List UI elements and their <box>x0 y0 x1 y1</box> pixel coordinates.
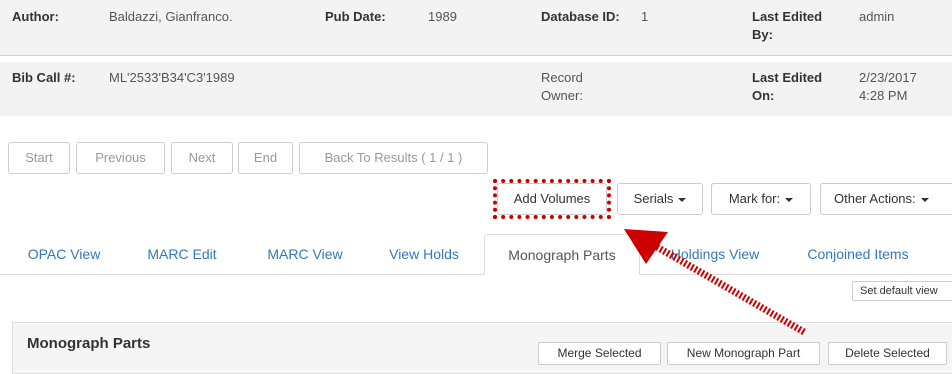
annotation-arrow-icon <box>624 229 806 336</box>
